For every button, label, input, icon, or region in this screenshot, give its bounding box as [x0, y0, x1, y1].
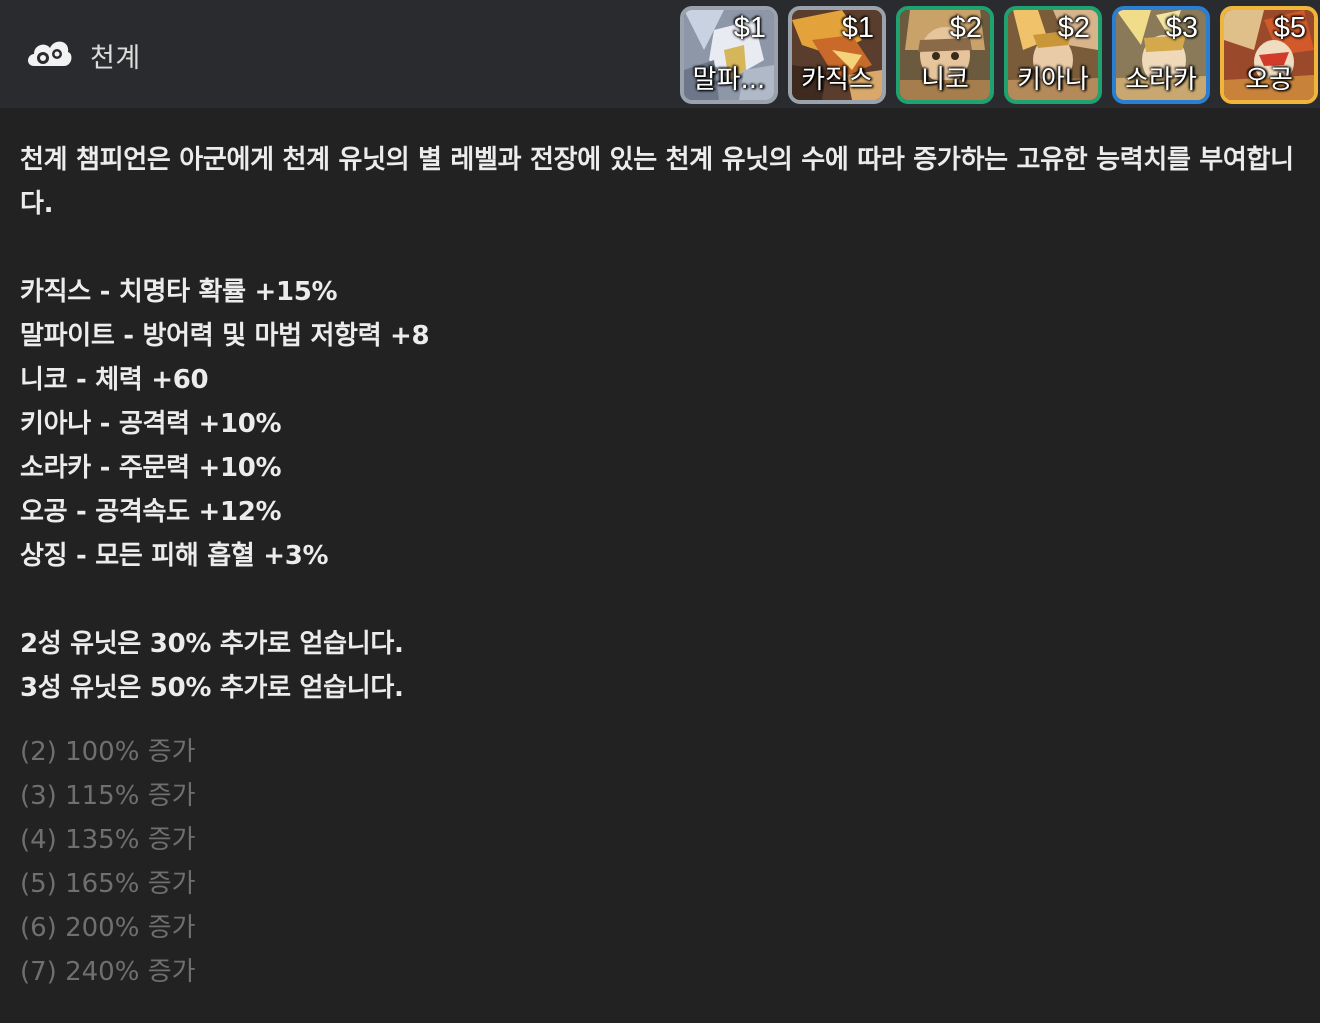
- star-bonus-2: 2성 유닛은 30% 추가로 얻습니다.: [20, 629, 404, 659]
- trait-header: 천계 $1 말파... $1 카직스 $2 니코 $2 키아나 $3 소라카 $…: [0, 0, 1320, 108]
- champion-name: 카직스: [801, 65, 873, 95]
- bonus-soraka: 소라카 - 주문력 +10%: [20, 453, 282, 483]
- trait-tier-list: (2) 100% 증가 (3) 115% 증가 (4) 135% 증가 (5) …: [20, 730, 1310, 994]
- trait-description: 천계 챔피언은 아군에게 천계 유닛의 별 레벨과 전장에 있는 천계 유닛의 …: [20, 145, 1294, 219]
- bonus-emblem: 상징 - 모든 피해 흡혈 +3%: [20, 541, 329, 571]
- tier-3: (3) 115% 증가: [20, 781, 196, 811]
- champion-name: 말파...: [692, 65, 766, 95]
- champion-name: 니코: [921, 65, 969, 95]
- champion-card-khazix[interactable]: $1 카직스: [788, 6, 886, 104]
- champion-card-qiyana[interactable]: $2 키아나: [1004, 6, 1102, 104]
- bonus-malphite: 말파이트 - 방어력 및 마법 저항력 +8: [20, 321, 430, 351]
- star-bonus-list: 2성 유닛은 30% 추가로 얻습니다. 3성 유닛은 50% 추가로 얻습니다…: [20, 622, 1310, 710]
- champion-name: 소라카: [1125, 65, 1197, 95]
- tier-2: (2) 100% 증가: [20, 737, 196, 767]
- champion-cost: $1: [733, 12, 766, 44]
- champion-card-malphite[interactable]: $1 말파...: [680, 6, 778, 104]
- champion-card-neeko[interactable]: $2 니코: [896, 6, 994, 104]
- champion-bonus-list: 카직스 - 치명타 확률 +15% 말파이트 - 방어력 및 마법 저항력 +8…: [20, 270, 1310, 578]
- bonus-khazix: 카직스 - 치명타 확률 +15%: [20, 277, 338, 307]
- star-bonus-3: 3성 유닛은 50% 추가로 얻습니다.: [20, 673, 404, 703]
- champion-card-wukong[interactable]: $5 오공: [1220, 6, 1318, 104]
- tier-6: (6) 200% 증가: [20, 913, 196, 943]
- trait-details: 천계 챔피언은 아군에게 천계 유닛의 별 레벨과 전장에 있는 천계 유닛의 …: [20, 138, 1310, 994]
- champion-cost: $3: [1165, 12, 1198, 44]
- champion-name: 오공: [1245, 65, 1293, 95]
- champion-cost: $2: [949, 12, 982, 44]
- cloud-swirl-icon: [28, 41, 72, 66]
- champion-name: 키아나: [1017, 65, 1089, 95]
- champion-cost: $2: [1057, 12, 1090, 44]
- tier-7: (7) 240% 증가: [20, 957, 196, 987]
- champion-card-soraka[interactable]: $3 소라카: [1112, 6, 1210, 104]
- champion-cost: $5: [1273, 12, 1306, 44]
- bonus-neeko: 니코 - 체력 +60: [20, 365, 209, 395]
- bonus-wukong: 오공 - 공격속도 +12%: [20, 497, 282, 527]
- tier-5: (5) 165% 증가: [20, 869, 196, 899]
- trait-title: 천계: [90, 43, 141, 74]
- champion-cost: $1: [841, 12, 874, 44]
- bonus-qiyana: 키아나 - 공격력 +10%: [20, 409, 282, 439]
- tier-4: (4) 135% 증가: [20, 825, 196, 855]
